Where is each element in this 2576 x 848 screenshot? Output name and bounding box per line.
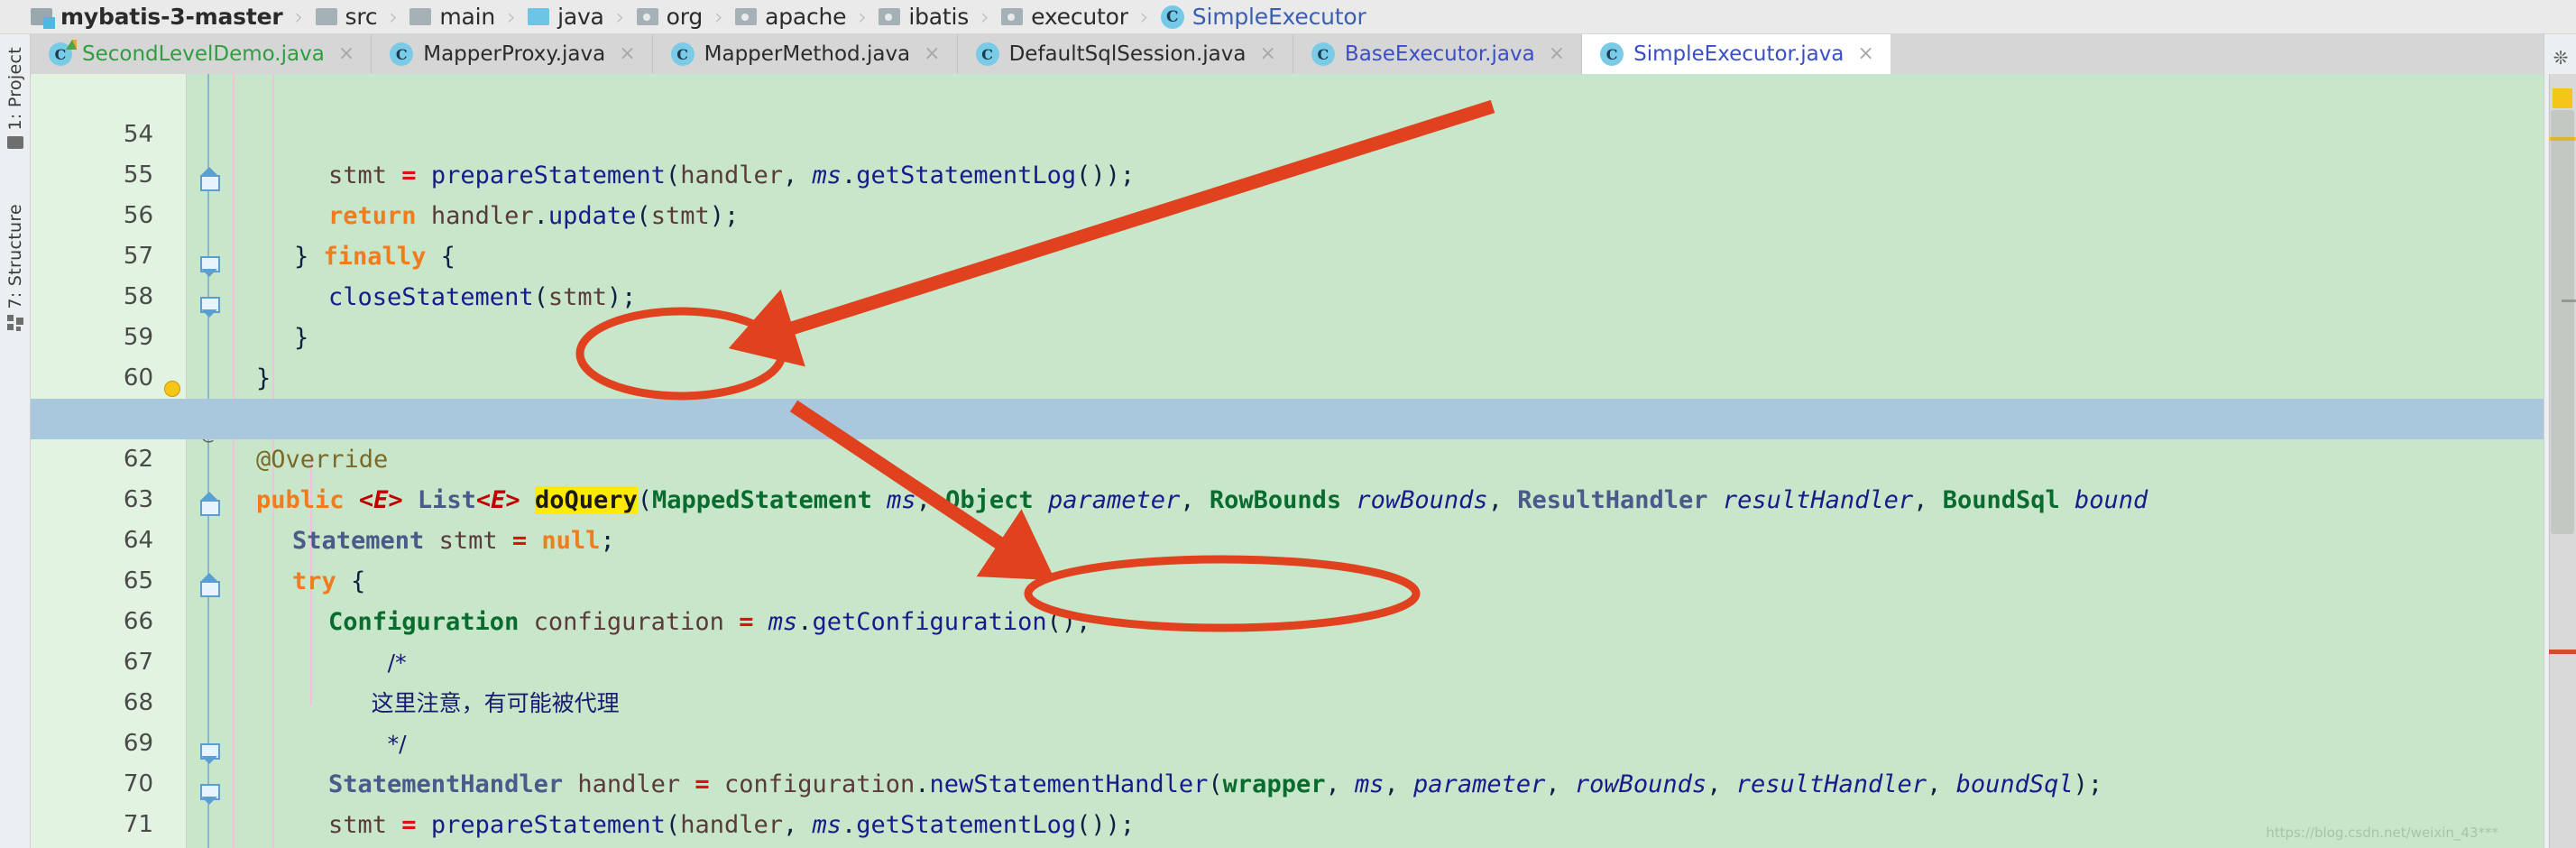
breadcrumb-label: src [345, 4, 378, 30]
close-icon[interactable]: × [1259, 44, 1275, 64]
code-line: 64 try { [31, 480, 2544, 595]
breadcrumb-item-org[interactable]: org [636, 0, 704, 34]
code-line-current: 62 public <E> List<E> doQuery(MappedStat… [31, 399, 2544, 514]
breadcrumb-separator: › [980, 4, 990, 30]
code-editor[interactable]: ↙↑ @ 54 stmt = prepareStatement(handler,… [31, 74, 2544, 848]
breadcrumb-separator: › [1139, 4, 1149, 30]
breadcrumb-label: ibatis [908, 4, 970, 30]
tab-label: BaseExecutor.java [1344, 42, 1535, 66]
source-folder-icon [528, 8, 550, 25]
code-line: 66 /* [31, 561, 2544, 676]
editor-scrollbar-thumb[interactable] [2551, 110, 2574, 534]
java-class-icon: C [390, 42, 414, 66]
breadcrumb-separator: › [294, 4, 304, 30]
structure-icon [7, 314, 23, 331]
code-line: 72 } finally { [31, 805, 2544, 845]
breadcrumb-item-src[interactable]: src [315, 0, 378, 34]
tab-label: SimpleExecutor.java [1633, 42, 1845, 66]
code-line: 61 @Override [31, 358, 2544, 474]
sidebar-item-project[interactable]: 1: Project [0, 47, 31, 149]
code-line: 56 } finally { [31, 155, 2544, 271]
idea-window: mybatis-3-master › src › main › java › o… [0, 0, 2576, 848]
code-line: 69 StatementHandler handler = configurat… [31, 683, 2544, 798]
package-icon [1001, 8, 1024, 25]
tab-secondleveldemo[interactable]: C SecondLevelDemo.java × [31, 34, 373, 74]
breadcrumb-item-java[interactable]: java [528, 0, 604, 34]
java-class-modified-icon: C [49, 40, 77, 66]
breadcrumb-item-class[interactable]: C SimpleExecutor [1160, 0, 1366, 34]
breadcrumb-separator: › [858, 4, 868, 30]
close-icon[interactable]: × [924, 44, 940, 64]
code-line: 59 } [31, 277, 2544, 392]
code-line: 60 [31, 318, 2544, 392]
tab-label: MapperMethod.java [704, 42, 911, 66]
module-icon [31, 8, 55, 29]
tab-simpleexecutor[interactable]: C SimpleExecutor.java × [1582, 34, 1891, 74]
code-line: 67 这里注意，有可能被代理 [31, 602, 2544, 716]
sidebar-item-structure[interactable]: 7: Structure [0, 204, 31, 331]
breadcrumb: mybatis-3-master › src › main › java › o… [0, 0, 2576, 34]
code-line: 58 } [31, 236, 2544, 352]
tab-mapperproxy[interactable]: C MapperProxy.java × [372, 34, 653, 74]
breadcrumb-label: mybatis-3-master [60, 4, 283, 30]
editor-marker-bar[interactable] [2549, 74, 2576, 848]
breadcrumb-label: executor [1031, 4, 1128, 30]
package-icon [879, 8, 901, 25]
tab-mappermethod[interactable]: C MapperMethod.java × [652, 34, 958, 74]
close-icon[interactable]: × [619, 44, 635, 64]
code-line: 54 stmt = prepareStatement(handler, ms.g… [31, 74, 2544, 189]
package-icon [735, 8, 758, 25]
tool-window-label: 7: Structure [5, 204, 25, 309]
left-tool-rail: 1: Project 7: Structure [0, 34, 31, 848]
breadcrumb-item-apache[interactable]: apache [735, 0, 847, 34]
watermark: https://blog.csdn.net/weixin_43*** [2266, 825, 2498, 841]
tab-defaultsqlsession[interactable]: C DefaultSqlSession.java × [957, 34, 1293, 74]
java-class-icon: C [1311, 42, 1335, 66]
code-line: 57 closeStatement(stmt); [31, 196, 2544, 311]
error-stripe[interactable] [2549, 650, 2576, 654]
breadcrumb-label: SimpleExecutor [1191, 4, 1366, 30]
warning-marker[interactable] [2553, 88, 2572, 108]
ant-icon: ❊ [2553, 47, 2569, 69]
folder-icon [315, 8, 337, 25]
editor-tab-bar: C SecondLevelDemo.java × C MapperProxy.j… [31, 34, 2544, 74]
breadcrumb-label: main [439, 4, 496, 30]
tab-label: DefaultSqlSession.java [1008, 42, 1247, 66]
code-line: 68 */ [31, 642, 2544, 757]
java-class-icon: C [975, 42, 999, 66]
breadcrumb-separator: › [714, 4, 724, 30]
breadcrumb-separator: › [615, 4, 625, 30]
breadcrumb-item-ibatis[interactable]: ibatis [879, 0, 969, 34]
java-class-icon: C [1600, 42, 1624, 66]
breadcrumb-item-main[interactable]: main [409, 0, 495, 34]
breadcrumb-separator: › [389, 4, 399, 30]
package-icon [636, 8, 658, 25]
tool-window-label: 1: Project [5, 47, 25, 131]
tab-baseexecutor[interactable]: C BaseExecutor.java × [1293, 34, 1583, 74]
tab-label: SecondLevelDemo.java [82, 42, 325, 66]
breadcrumb-item-module[interactable]: mybatis-3-master [31, 0, 283, 34]
breadcrumb-separator: › [507, 4, 517, 30]
breadcrumb-label: java [557, 4, 604, 30]
code-line: 71 return handler.query(stmt, resultHand… [31, 764, 2544, 838]
breadcrumb-label: apache [765, 4, 847, 30]
breadcrumb-label: org [666, 4, 704, 30]
close-icon[interactable]: × [1549, 44, 1565, 64]
code-line: 63 Statement stmt = null; [31, 439, 2544, 555]
tab-label: MapperProxy.java [423, 42, 606, 66]
code-lines: 54 stmt = prepareStatement(handler, ms.g… [31, 74, 2544, 848]
folder-icon [409, 8, 432, 25]
code-line: 55 return handler.update(stmt); [31, 115, 2544, 230]
close-icon[interactable]: × [338, 44, 354, 64]
breadcrumb-item-executor[interactable]: executor [1001, 0, 1128, 34]
code-line: 65 Configuration configuration = ms.getC… [31, 521, 2544, 636]
folder-icon [7, 135, 23, 149]
java-class-icon: C [1160, 5, 1184, 29]
close-icon[interactable]: × [1857, 44, 1873, 64]
code-line: 70 stmt = prepareStatement(handler, ms.g… [31, 724, 2544, 839]
java-class-icon: C [670, 42, 695, 66]
